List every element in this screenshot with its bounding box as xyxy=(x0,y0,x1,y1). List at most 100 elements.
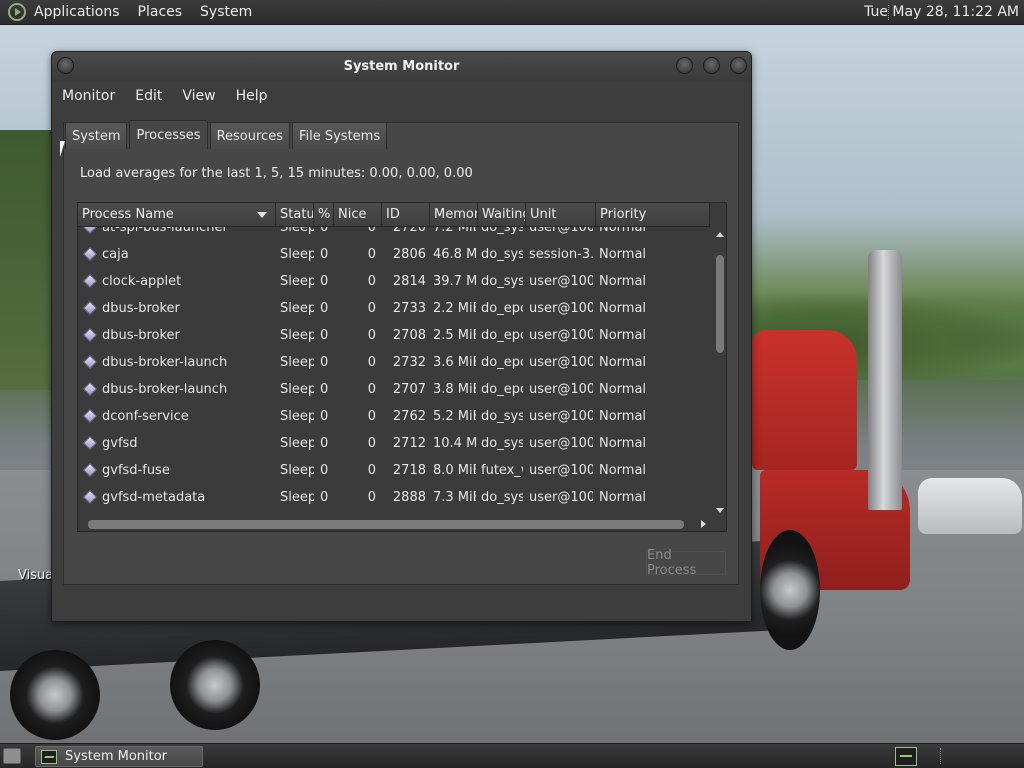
column-header-priority[interactable]: Priority xyxy=(596,203,710,227)
tab-system[interactable]: System xyxy=(65,122,128,149)
tab-processes[interactable]: Processes xyxy=(129,120,208,149)
cell-process-name: gvfsd xyxy=(102,436,138,451)
cell-cpu: 0 xyxy=(320,463,329,478)
minimize-button[interactable] xyxy=(676,57,693,74)
top-panel: Applications Places System Tue May 28, 1… xyxy=(0,0,1024,25)
process-icon xyxy=(82,227,98,235)
horizontal-scrollbar[interactable] xyxy=(78,517,714,531)
column-header-status[interactable]: Statu xyxy=(276,203,314,227)
table-row[interactable]: at-spi-bus-launcher Sleep 0 0 2720 7.2 MiB do_… xyxy=(78,227,710,241)
desktop-icon-label[interactable]: Visua xyxy=(18,568,53,583)
scrollbar-thumb[interactable] xyxy=(716,255,724,353)
vertical-scrollbar[interactable] xyxy=(714,227,726,517)
cell-unit: user@100 xyxy=(529,274,593,289)
cell-unit: session-3. xyxy=(529,247,593,262)
window-titlebar[interactable]: System Monitor xyxy=(52,52,751,82)
cell-priority: Normal xyxy=(599,328,647,343)
table-row[interactable]: dbus-broker Sleep 0 0 2708 2.5 MiB do_epo user@… xyxy=(78,322,710,349)
cell-id: 2707 xyxy=(392,382,426,397)
cell-status: Sleep xyxy=(280,436,314,451)
close-button[interactable] xyxy=(730,57,747,74)
panel-clock[interactable]: Tue May 28, 11:22 AM xyxy=(864,4,1019,20)
maximize-button[interactable] xyxy=(703,57,720,74)
cell-unit: user@100 xyxy=(529,436,593,451)
cell-cpu: 0 xyxy=(320,328,329,343)
background-truck-exhaust xyxy=(868,250,902,510)
table-row[interactable]: gvfsd-metadata Sleep 0 0 2888 7.3 MiB do_sys us… xyxy=(78,484,710,511)
table-row[interactable]: dbus-broker-launch Sleep 0 0 2707 3.8 MiB do_e… xyxy=(78,376,710,403)
cell-memory: 7.3 MiB xyxy=(433,490,476,505)
cell-nice: 0 xyxy=(367,355,376,370)
taskbar-system-monitor-button[interactable]: System Monitor xyxy=(35,746,203,767)
tab-resources[interactable]: Resources xyxy=(209,122,290,149)
cell-waiting: do_sys xyxy=(481,409,523,424)
distro-logo-icon[interactable] xyxy=(8,3,26,21)
cell-status: Sleep xyxy=(280,490,314,505)
menu-edit[interactable]: Edit xyxy=(135,88,162,104)
menu-applications[interactable]: Applications xyxy=(34,4,120,20)
cell-priority: Normal xyxy=(599,436,647,451)
cell-cpu: 0 xyxy=(320,382,329,397)
cell-waiting: do_sys xyxy=(481,436,523,451)
table-row[interactable]: clock-applet Sleep 0 0 2814 39.7 M do_sys user@… xyxy=(78,268,710,295)
cell-priority: Normal xyxy=(599,409,647,424)
cell-priority: Normal xyxy=(599,355,647,370)
column-header-nice[interactable]: Nice xyxy=(334,203,382,227)
menu-help[interactable]: Help xyxy=(236,88,268,104)
system-monitor-applet-icon[interactable] xyxy=(895,747,917,766)
scrollbar-thumb[interactable] xyxy=(88,520,684,529)
window-menubar: Monitor Edit View Help xyxy=(52,82,751,110)
cell-process-name: dconf-service xyxy=(102,409,189,424)
table-row[interactable]: dconf-service Sleep 0 0 2762 5.2 MiB do_sys use… xyxy=(78,403,710,430)
cell-unit: user@100 xyxy=(529,301,593,316)
panel-separator xyxy=(940,748,942,764)
menu-places[interactable]: Places xyxy=(138,4,183,20)
column-header-memory[interactable]: Memor xyxy=(430,203,478,227)
scroll-down-icon[interactable] xyxy=(716,508,724,513)
table-row[interactable]: gvfsd-fuse Sleep 0 0 2718 8.0 MiB futex_w user@… xyxy=(78,457,710,484)
show-desktop-icon[interactable] xyxy=(3,748,21,764)
table-row[interactable]: caja Sleep 0 0 2806 46.8 M do_sys session-3. Nor… xyxy=(78,241,710,268)
cell-cpu: 0 xyxy=(320,436,329,451)
process-icon xyxy=(82,327,98,343)
table-row[interactable]: dbus-broker-launch Sleep 0 0 2732 3.6 MiB do_e… xyxy=(78,349,710,376)
bottom-panel: System Monitor xyxy=(0,743,1024,768)
process-icon xyxy=(82,489,98,505)
cell-memory: 2.2 MiB xyxy=(433,301,476,316)
cell-process-name: gvfsd-fuse xyxy=(102,463,170,478)
cell-id: 2806 xyxy=(392,247,426,262)
cell-status: Sleep xyxy=(280,409,314,424)
tab-file-systems[interactable]: File Systems xyxy=(291,122,388,149)
menu-monitor[interactable]: Monitor xyxy=(62,88,115,104)
scroll-right-icon[interactable] xyxy=(701,520,706,528)
process-icon xyxy=(82,381,98,397)
cell-status: Sleep xyxy=(280,274,314,289)
cell-cpu: 0 xyxy=(320,490,329,505)
end-process-button[interactable]: End Process xyxy=(646,548,726,578)
process-table: Process Name Statu % Nice ID Memor Waiti… xyxy=(77,202,727,532)
cell-waiting: do_epo xyxy=(481,382,523,397)
column-header-unit[interactable]: Unit xyxy=(526,203,596,227)
scroll-up-icon[interactable] xyxy=(716,232,724,237)
column-header-id[interactable]: ID xyxy=(382,203,430,227)
cell-waiting: do_epo xyxy=(481,301,523,316)
process-icon xyxy=(82,462,98,478)
table-header: Process Name Statu % Nice ID Memor Waiti… xyxy=(78,203,710,227)
cell-cpu: 0 xyxy=(320,355,329,370)
menu-system[interactable]: System xyxy=(200,4,252,20)
cell-priority: Normal xyxy=(599,463,647,478)
table-row[interactable]: dbus-broker Sleep 0 0 2733 2.2 MiB do_epo user@… xyxy=(78,295,710,322)
column-header-process-name[interactable]: Process Name xyxy=(78,203,276,227)
column-header-waiting[interactable]: Waiting xyxy=(478,203,526,227)
column-header-cpu[interactable]: % xyxy=(314,203,334,227)
window-title: System Monitor xyxy=(343,59,460,74)
cell-unit: user@100 xyxy=(529,382,593,397)
cell-process-name: gvfsd-metadata xyxy=(102,490,206,505)
cell-nice: 0 xyxy=(367,436,376,451)
cell-cpu: 0 xyxy=(320,409,329,424)
cell-waiting: do_epo xyxy=(481,328,523,343)
cell-waiting: do_epo xyxy=(481,355,523,370)
menu-view[interactable]: View xyxy=(182,88,215,104)
table-row[interactable]: gvfsd Sleep 0 0 2712 10.4 M do_sys user@100 Norm… xyxy=(78,430,710,457)
cell-priority: Normal xyxy=(599,490,647,505)
